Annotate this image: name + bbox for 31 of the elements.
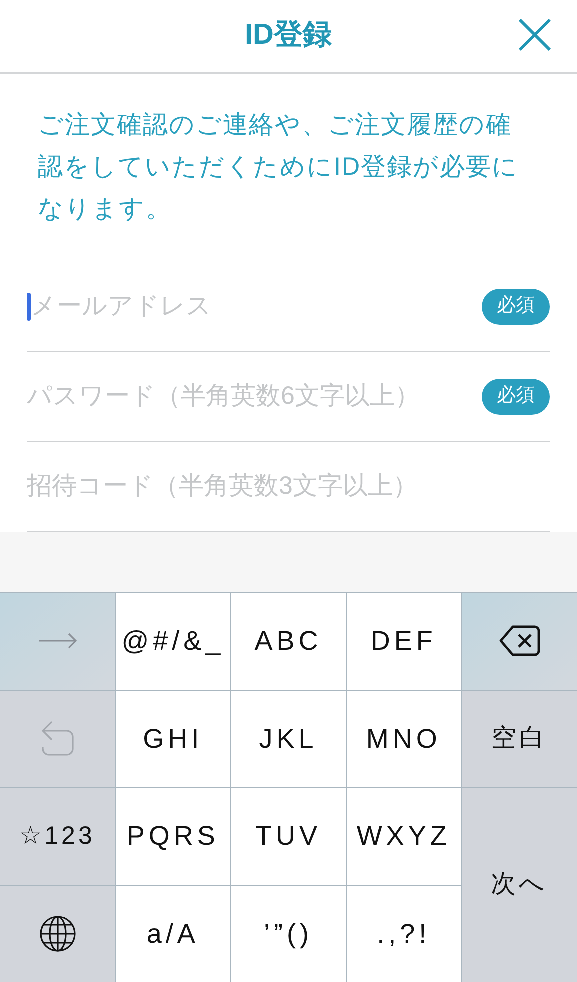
invite-code-field[interactable]: 招待コード（半角英数3文字以上） <box>27 466 550 506</box>
keyboard-key[interactable]: DEF <box>346 593 461 690</box>
keyboard-key[interactable]: WXYZ <box>346 788 461 884</box>
keyboard-key[interactable]: ’”() <box>231 886 346 982</box>
close-button[interactable] <box>517 17 553 53</box>
backspace-icon <box>498 625 540 658</box>
globe-icon <box>38 914 76 953</box>
required-badge: 必須 <box>482 288 550 324</box>
keyboard-key[interactable]: @#/&_ <box>116 593 230 690</box>
required-badge: 必須 <box>482 378 550 414</box>
keyboard-key[interactable]: .,?! <box>346 886 461 982</box>
keyboard-key[interactable]: PQRS <box>116 788 230 884</box>
keyboard-key[interactable]: MNO <box>346 690 461 787</box>
close-icon <box>519 19 551 51</box>
globe-key[interactable] <box>0 886 115 982</box>
keyboard-key[interactable]: a/A <box>116 886 230 982</box>
keyboard-key[interactable]: ABC <box>231 593 346 690</box>
text-cursor <box>27 292 31 320</box>
keyboard-key[interactable]: JKL <box>231 690 346 787</box>
password-field[interactable]: パスワード（半角英数6文字以上） <box>27 376 474 416</box>
intro-text: ご注文確認のご連絡や、ご注文履歴の確認をしていただくためにID登録が必要になります。 <box>38 110 520 225</box>
undo-icon <box>40 720 76 758</box>
next-key[interactable]: 次へ <box>462 788 577 982</box>
email-field[interactable]: メールアドレス <box>31 286 474 326</box>
number-mode-key[interactable]: ☆123 <box>0 788 115 884</box>
space-key[interactable]: 空白 <box>462 690 577 787</box>
backspace-key[interactable] <box>462 593 577 690</box>
keyboard-key[interactable]: GHI <box>116 690 230 787</box>
page-title: ID登録 <box>245 18 332 54</box>
keyboard-key[interactable]: TUV <box>231 788 346 884</box>
right-arrow-icon <box>38 633 78 650</box>
